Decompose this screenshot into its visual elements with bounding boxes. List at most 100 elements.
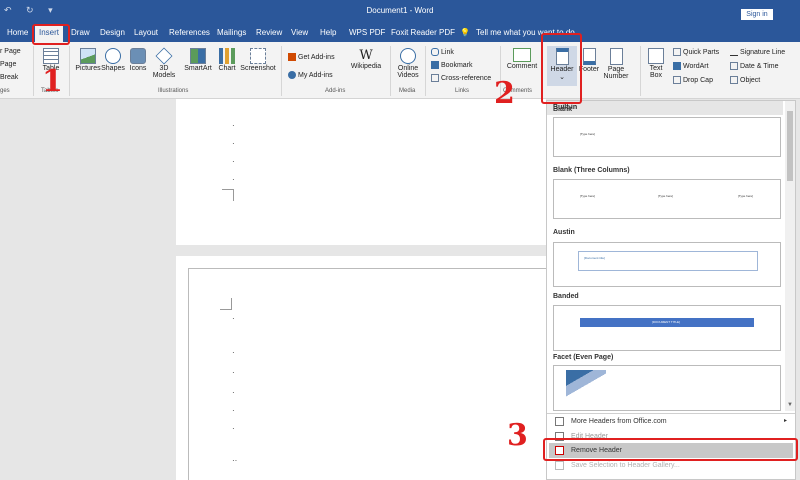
comment-button[interactable]: Comment bbox=[505, 48, 539, 70]
gallery-item-title: Austin bbox=[553, 229, 575, 236]
paragraph-mark: · bbox=[232, 139, 235, 148]
page-2[interactable]: · · · · · · ·· bbox=[176, 256, 546, 480]
pictures-button[interactable]: Pictures bbox=[74, 48, 102, 72]
paragraph-mark: · bbox=[232, 121, 235, 130]
tab-home[interactable]: Home bbox=[7, 28, 28, 37]
more-headers-icon bbox=[555, 417, 564, 426]
header-option-banded[interactable]: [DOCUMENT TITLE] bbox=[553, 305, 781, 351]
tab-foxit-reader-pdf[interactable]: Foxit Reader PDF bbox=[391, 28, 455, 37]
header-area-border bbox=[188, 268, 546, 480]
sample-text: [Type here] bbox=[738, 194, 754, 198]
get-add-ins-button[interactable]: Get Add-ins bbox=[288, 53, 335, 61]
chevron-right-icon: ▸ bbox=[783, 418, 787, 424]
paragraph-mark: · bbox=[232, 314, 235, 323]
tab-draw[interactable]: Draw bbox=[71, 28, 90, 37]
bookmark-button[interactable]: Bookmark bbox=[431, 61, 473, 69]
tab-review[interactable]: Review bbox=[256, 28, 282, 37]
paragraph-mark: · bbox=[232, 368, 235, 377]
paragraph-mark: · bbox=[232, 424, 235, 433]
austin-frame bbox=[578, 251, 758, 271]
sample-text: [Document title] bbox=[584, 256, 605, 260]
page-number-button[interactable]: Page Number bbox=[600, 48, 632, 80]
annotation-box-remove-header bbox=[543, 438, 798, 461]
sample-text: [Type here] bbox=[580, 132, 596, 136]
signature-line-icon bbox=[730, 48, 738, 56]
gallery-item-title: Blank bbox=[553, 106, 573, 113]
margin-corner bbox=[220, 298, 232, 310]
object-button[interactable]: Object bbox=[730, 76, 760, 84]
annotation-step-2: 2 bbox=[494, 76, 515, 111]
tab-help[interactable]: Help bbox=[320, 28, 336, 37]
page-1[interactable]: · · · · bbox=[176, 99, 546, 245]
sample-text: [DOCUMENT TITLE] bbox=[652, 320, 680, 324]
annotation-box-header-button bbox=[541, 33, 582, 104]
cover-page-button[interactable]: r Page bbox=[0, 48, 21, 55]
shapes-label: Shapes bbox=[101, 65, 125, 72]
table-icon bbox=[43, 48, 59, 64]
video-icon bbox=[400, 48, 416, 64]
tab-references[interactable]: References bbox=[169, 28, 210, 37]
tab-view[interactable]: View bbox=[291, 28, 308, 37]
facet-shape bbox=[566, 370, 606, 400]
text-box-button[interactable]: Text Box bbox=[645, 48, 667, 79]
screenshot-button[interactable]: Screenshot bbox=[240, 48, 276, 72]
more-headers-menu-item[interactable]: More Headers from Office.com ▸ bbox=[549, 414, 793, 429]
icons-button[interactable]: Icons bbox=[128, 48, 148, 72]
save-selection-icon bbox=[555, 461, 564, 470]
paragraph-mark: ·· bbox=[232, 456, 238, 465]
wikipedia-icon: W bbox=[359, 48, 373, 63]
date-time-button[interactable]: Date & Time bbox=[730, 62, 779, 70]
gallery-scrollbar[interactable]: ▼ bbox=[785, 101, 795, 411]
tab-mailings[interactable]: Mailings bbox=[217, 28, 246, 37]
my-add-ins-button[interactable]: My Add-ins bbox=[288, 71, 333, 79]
pictures-label: Pictures bbox=[75, 65, 101, 72]
tab-design[interactable]: Design bbox=[100, 28, 125, 37]
header-option-austin[interactable]: [Document title] bbox=[553, 242, 781, 287]
store-icon bbox=[288, 53, 296, 61]
3d-models-button[interactable]: 3D Models bbox=[150, 47, 178, 79]
page-break-button[interactable]: Break bbox=[0, 74, 18, 81]
drop-cap-icon bbox=[673, 76, 681, 84]
tab-wps-pdf[interactable]: WPS PDF bbox=[349, 28, 385, 37]
header-option-blank-three-columns[interactable]: [Type here] [Type here] [Type here] bbox=[553, 179, 781, 219]
object-icon bbox=[730, 76, 738, 84]
divider bbox=[33, 46, 34, 96]
link-button[interactable]: Link bbox=[431, 48, 454, 56]
shapes-button[interactable]: Shapes bbox=[101, 48, 125, 72]
tab-layout[interactable]: Layout bbox=[134, 28, 158, 37]
screenshot-label: Screenshot bbox=[240, 65, 276, 72]
ribbon-tabs: Home Insert Draw Design Layout Reference… bbox=[0, 22, 800, 42]
smartart-label: SmartArt bbox=[184, 65, 212, 72]
icons-icon bbox=[130, 48, 146, 64]
cross-reference-button[interactable]: Cross-reference bbox=[431, 74, 491, 82]
divider bbox=[281, 46, 282, 96]
signature-line-button[interactable]: Signature Line bbox=[730, 48, 785, 56]
quick-parts-button[interactable]: Quick Parts bbox=[673, 48, 719, 56]
wikipedia-button[interactable]: W Wikipedia bbox=[348, 48, 384, 70]
icons-label: Icons bbox=[129, 65, 147, 72]
online-videos-button[interactable]: Online Videos bbox=[394, 48, 422, 79]
header-option-facet-even-page[interactable] bbox=[553, 365, 781, 411]
3d-label: 3D bbox=[159, 65, 169, 72]
sign-in-button[interactable]: Sign in bbox=[741, 9, 773, 20]
models-label: Models bbox=[152, 72, 176, 79]
scroll-down-arrow[interactable]: ▼ bbox=[787, 402, 793, 408]
bookmark-icon bbox=[431, 61, 439, 69]
annotation-step-3: 3 bbox=[507, 418, 528, 453]
smartart-button[interactable]: SmartArt bbox=[183, 48, 213, 72]
header-option-blank[interactable]: [Type here] bbox=[553, 117, 781, 157]
divider bbox=[425, 46, 426, 96]
links-group-label: Links bbox=[455, 88, 470, 94]
drop-cap-button[interactable]: Drop Cap bbox=[673, 76, 713, 84]
chart-button[interactable]: Chart bbox=[217, 48, 237, 72]
scrollbar-thumb[interactable] bbox=[787, 111, 793, 181]
cube-icon bbox=[155, 47, 173, 65]
footer-icon bbox=[582, 48, 596, 65]
blank-page-button[interactable]: Page bbox=[0, 61, 16, 68]
header-gallery-dropdown: Built-in Blank [Type here] Blank (Three … bbox=[546, 100, 796, 480]
chart-label: Chart bbox=[218, 65, 236, 72]
divider bbox=[640, 46, 641, 96]
ribbon-insert: r Page Page Break ges Table Tables Pictu… bbox=[0, 42, 800, 99]
margin-corner bbox=[222, 189, 234, 201]
wordart-button[interactable]: WordArt bbox=[673, 62, 709, 70]
